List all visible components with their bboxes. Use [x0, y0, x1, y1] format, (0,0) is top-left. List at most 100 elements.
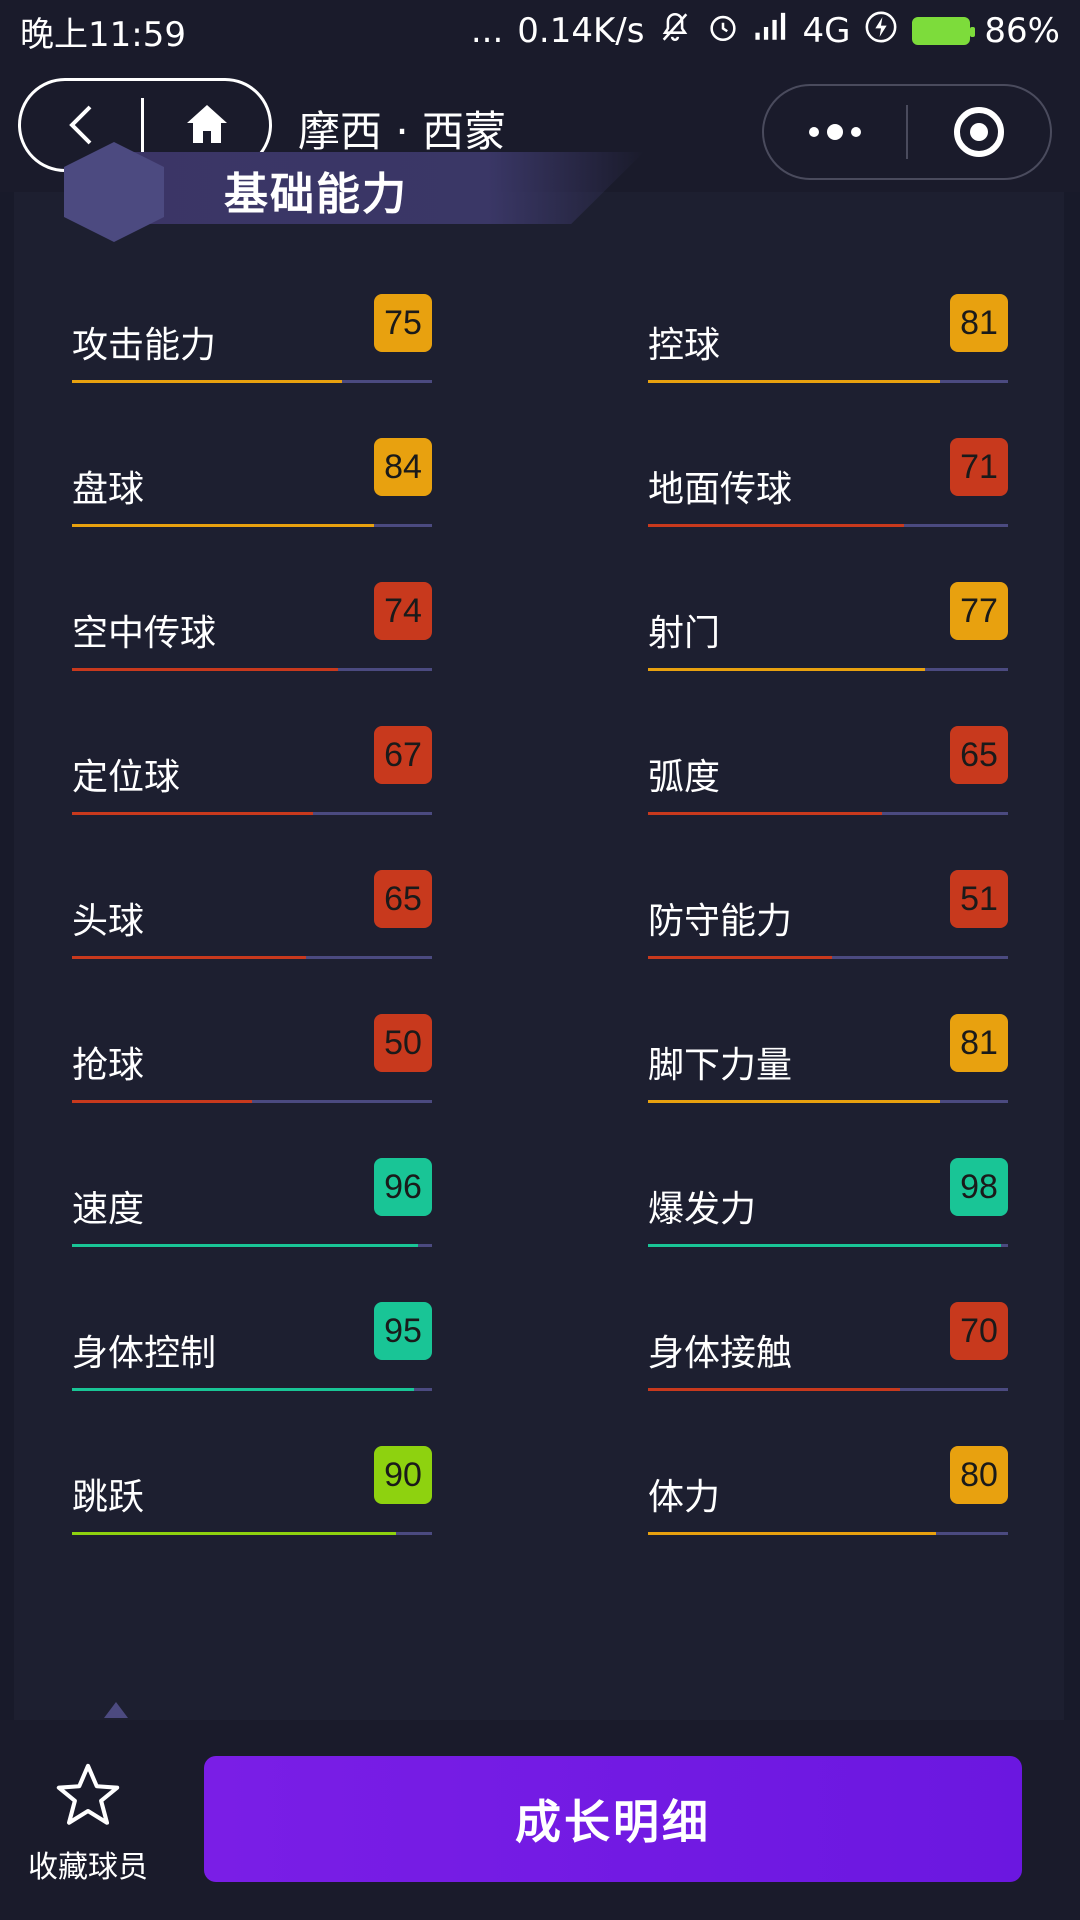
stat-bar-fill	[648, 524, 904, 527]
stat-row: 地面传球 71	[648, 438, 1008, 528]
stat-bar-track	[648, 1100, 1008, 1103]
stat-value-badge: 84	[374, 438, 432, 496]
stat-value-badge: 50	[374, 1014, 432, 1072]
stat-row: 速度 96	[72, 1158, 432, 1248]
stat-label: 体力	[648, 1477, 721, 1518]
stat-bar-track	[648, 812, 1008, 815]
stat-label: 脚下力量	[648, 1045, 793, 1086]
stat-value-badge: 74	[374, 582, 432, 640]
status-dots: ...	[470, 11, 504, 51]
section-title: 基础能力	[224, 169, 408, 220]
more-dot-center	[827, 124, 843, 140]
stat-bar-fill	[648, 812, 882, 815]
stat-value-badge: 80	[950, 1446, 1008, 1504]
stat-bar-fill	[72, 812, 314, 815]
stat-value-badge: 81	[950, 294, 1008, 352]
stat-bar-fill	[72, 1244, 418, 1247]
stat-row: 弧度 65	[648, 726, 1008, 816]
stat-value-badge: 90	[374, 1446, 432, 1504]
stat-bar-fill	[72, 1532, 396, 1535]
close-ring-icon	[954, 107, 1004, 157]
more-dots-icon	[809, 127, 819, 137]
stat-value-badge: 70	[950, 1302, 1008, 1360]
stat-bar-fill	[648, 668, 926, 671]
stat-label: 速度	[72, 1189, 145, 1230]
stat-label: 弧度	[648, 757, 721, 798]
stat-label: 地面传球	[648, 469, 793, 510]
stat-row: 定位球 67	[72, 726, 432, 816]
page-title: 摩西 · 西蒙	[298, 107, 507, 156]
more-button[interactable]	[764, 86, 906, 178]
status-right: ... 0.14K/s 4G 86%	[471, 10, 1060, 52]
stat-bar-fill	[648, 1100, 940, 1103]
stat-bar-track	[648, 380, 1008, 383]
stat-label: 爆发力	[648, 1189, 757, 1230]
close-button[interactable]	[908, 86, 1050, 178]
stat-value-badge: 65	[950, 726, 1008, 784]
more-dot-right	[851, 127, 861, 137]
stat-bar-fill	[72, 956, 306, 959]
mute-icon	[658, 10, 692, 52]
network-type: 4G	[802, 11, 851, 51]
stat-bar-track	[72, 668, 432, 671]
favorite-label: 收藏球员	[28, 1850, 148, 1885]
stat-bar-track	[72, 1244, 432, 1247]
stat-row: 跳跃 90	[72, 1446, 432, 1536]
section-header: 基础能力	[64, 142, 664, 252]
stat-row: 射门 77	[648, 582, 1008, 672]
bottom-bar: 收藏球员 成长明细	[0, 1720, 1080, 1920]
stat-bar-fill	[72, 668, 339, 671]
stat-value-badge: 65	[374, 870, 432, 928]
battery-level: 86%	[984, 11, 1060, 51]
stat-label: 防守能力	[648, 901, 793, 942]
stat-bar-fill	[648, 380, 940, 383]
stat-row: 防守能力 51	[648, 870, 1008, 960]
stat-row: 身体接触 70	[648, 1302, 1008, 1392]
stat-bar-track	[72, 956, 432, 959]
stat-bar-track	[648, 1244, 1008, 1247]
stats-panel: 基础能力 攻击能力 75 盘球 84 空中传球 74 定位球 67 头球 65 抢球 50 速度 96 身体…	[14, 142, 1064, 1720]
stat-bar-fill	[648, 1532, 936, 1535]
stat-bar-track	[648, 1532, 1008, 1535]
stat-bar-track	[72, 380, 432, 383]
stat-row: 攻击能力 75	[72, 294, 432, 384]
stat-label: 定位球	[72, 757, 181, 798]
stat-value-badge: 81	[950, 1014, 1008, 1072]
stat-row: 爆发力 98	[648, 1158, 1008, 1248]
stat-label: 盘球	[72, 469, 145, 510]
stat-label: 攻击能力	[72, 325, 217, 366]
stat-row: 脚下力量 81	[648, 1014, 1008, 1104]
stat-bar-track	[72, 812, 432, 815]
stat-value-badge: 95	[374, 1302, 432, 1360]
status-time: 晚上11:59	[20, 14, 186, 55]
favorite-player-button[interactable]: 收藏球员	[20, 1760, 156, 1890]
stat-label: 身体控制	[72, 1333, 217, 1374]
stat-label: 头球	[72, 901, 145, 942]
mini-program-capsule	[762, 84, 1052, 180]
stat-row: 身体控制 95	[72, 1302, 432, 1392]
stat-bar-track	[72, 1100, 432, 1103]
stat-value-badge: 96	[374, 1158, 432, 1216]
home-icon	[186, 105, 227, 143]
star-icon	[56, 1763, 120, 1825]
stat-bar-fill	[72, 1100, 252, 1103]
stat-row: 抢球 50	[72, 1014, 432, 1104]
stat-bar-fill	[648, 1244, 1001, 1247]
stat-bar-track	[72, 1388, 432, 1391]
stat-label: 身体接触	[648, 1333, 793, 1374]
stat-value-badge: 67	[374, 726, 432, 784]
flash-icon	[864, 10, 898, 52]
stat-row: 空中传球 74	[72, 582, 432, 672]
status-bar: 晚上11:59 ... 0.14K/s 4G 86%	[0, 0, 1080, 62]
stat-label: 控球	[648, 325, 721, 366]
growth-detail-button[interactable]: 成长明细	[204, 1756, 1022, 1882]
stat-row: 头球 65	[72, 870, 432, 960]
stat-value-badge: 75	[374, 294, 432, 352]
stat-bar-fill	[72, 1388, 414, 1391]
stat-bar-track	[72, 524, 432, 527]
stat-label: 空中传球	[72, 613, 217, 654]
stat-value-badge: 77	[950, 582, 1008, 640]
alarm-icon	[706, 10, 740, 52]
back-chevron-icon	[69, 105, 92, 145]
stat-bar-fill	[72, 524, 375, 527]
